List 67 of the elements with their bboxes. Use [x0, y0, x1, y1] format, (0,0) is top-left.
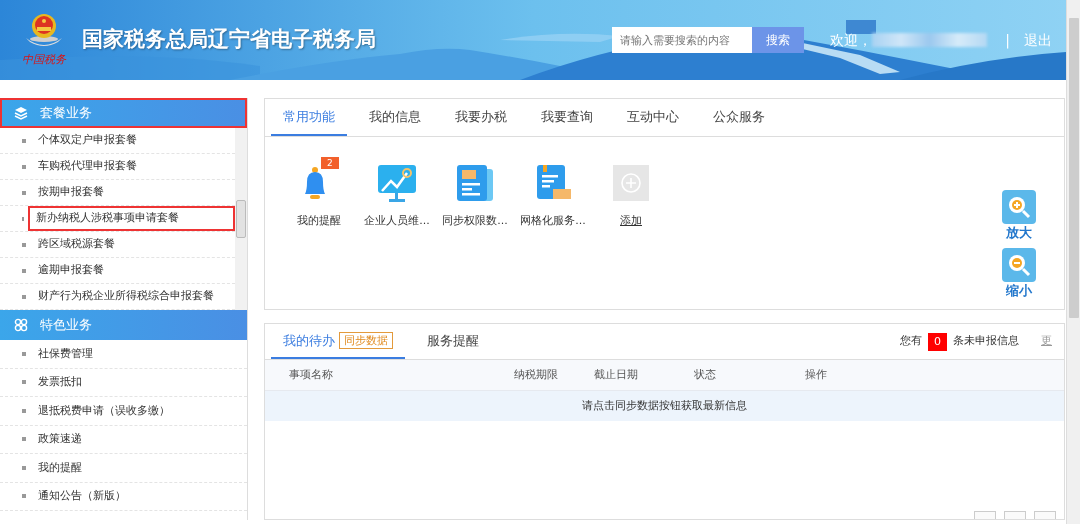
- shortcut[interactable]: 2 我的提醒: [283, 157, 355, 230]
- add-link[interactable]: 添加: [595, 157, 667, 230]
- sidebar-item[interactable]: 逾期申报套餐: [30, 258, 112, 283]
- column-header: 截止日期: [594, 366, 639, 383]
- bullet-icon: [22, 268, 26, 273]
- count-badge: 0: [928, 332, 947, 351]
- pager-button[interactable]: [974, 511, 996, 519]
- zoom-in-icon: [1007, 195, 1031, 219]
- shortcut[interactable]: 企业人员维...: [361, 157, 433, 230]
- section-title: 套餐业务: [40, 104, 92, 123]
- bullet-icon: [22, 242, 26, 247]
- notification-badge: 2: [321, 157, 339, 169]
- newspaper-icon: [455, 163, 495, 203]
- sidebar-item[interactable]: 政策速递: [30, 427, 90, 452]
- sidebar-item[interactable]: 通知公告（新版）: [30, 484, 134, 509]
- pager-button[interactable]: [1034, 511, 1056, 519]
- sidebar-item[interactable]: 财产行为税企业所得税综合申报套餐: [30, 284, 222, 309]
- notice-text: 条未申报信息: [953, 333, 1019, 350]
- notice-text: 您有: [900, 333, 922, 350]
- bullet-icon: [22, 164, 26, 169]
- bullet-icon: [22, 494, 26, 499]
- column-header: 状态: [694, 366, 717, 383]
- bullet-icon: [22, 408, 26, 413]
- tab[interactable]: 互动中心: [615, 99, 691, 136]
- site-title: 国家税务总局辽宁省电子税务局: [82, 26, 376, 54]
- chart-icon: [377, 163, 417, 203]
- sidebar-item[interactable]: 社保费管理: [30, 341, 101, 366]
- add-icon: [613, 165, 649, 201]
- bullet-icon: [22, 351, 26, 356]
- tab[interactable]: 我的待办: [283, 330, 335, 351]
- sidebar-item[interactable]: 跨区域税源套餐: [30, 232, 123, 257]
- empty-message: 请点击同步数据按钮获取最新信息: [265, 391, 1064, 421]
- tab[interactable]: 我要办税: [443, 99, 519, 136]
- bullet-icon: [22, 437, 26, 442]
- tab[interactable]: 公众服务: [701, 99, 777, 136]
- section-title: 特色业务: [40, 316, 92, 335]
- layers-icon: [14, 106, 28, 120]
- emblem-caption: 中国税务: [22, 51, 66, 68]
- bullet-icon: [22, 190, 26, 195]
- search-field[interactable]: 请输入需要搜索的内容: [612, 27, 753, 53]
- shortcut[interactable]: 同步权限数...: [439, 157, 511, 230]
- tab[interactable]: 我的信息: [357, 99, 433, 136]
- tab[interactable]: 我要查询: [529, 99, 605, 136]
- bullet-icon: [22, 380, 26, 385]
- sidebar-item[interactable]: 按期申报套餐: [30, 180, 112, 205]
- separator: |: [1005, 30, 1010, 51]
- tab[interactable]: 常用功能: [271, 99, 347, 136]
- sidebar-item[interactable]: 退抵税费申请（误收多缴）: [30, 398, 178, 423]
- sidebar-item[interactable]: 车购税代理申报套餐: [30, 154, 145, 179]
- zoom-out-icon: [1007, 253, 1031, 277]
- shortcut[interactable]: 网格化服务...: [517, 157, 589, 230]
- sidebar-item[interactable]: 发票抵扣: [30, 370, 90, 395]
- scrollbar[interactable]: [235, 128, 247, 310]
- column-header: 操作: [805, 366, 828, 383]
- bullet-icon: [22, 294, 26, 299]
- sidebar-item[interactable]: 我的提醒: [30, 455, 90, 480]
- sidebar-item[interactable]: 新办纳税人涉税事项申请套餐: [28, 206, 235, 231]
- tab[interactable]: 服务提醒: [427, 330, 479, 351]
- sidebar-item[interactable]: 个体双定户申报套餐: [30, 128, 145, 153]
- welcome-text: 欢迎，: [830, 30, 873, 50]
- pager-button[interactable]: [1004, 511, 1026, 519]
- bullet-icon: [22, 138, 26, 143]
- column-header: 纳税期限: [514, 366, 559, 383]
- scrollbar[interactable]: [1066, 0, 1080, 524]
- column-header: 事项名称: [289, 366, 334, 383]
- bullet-icon: [22, 465, 26, 470]
- clover-icon: [14, 318, 28, 332]
